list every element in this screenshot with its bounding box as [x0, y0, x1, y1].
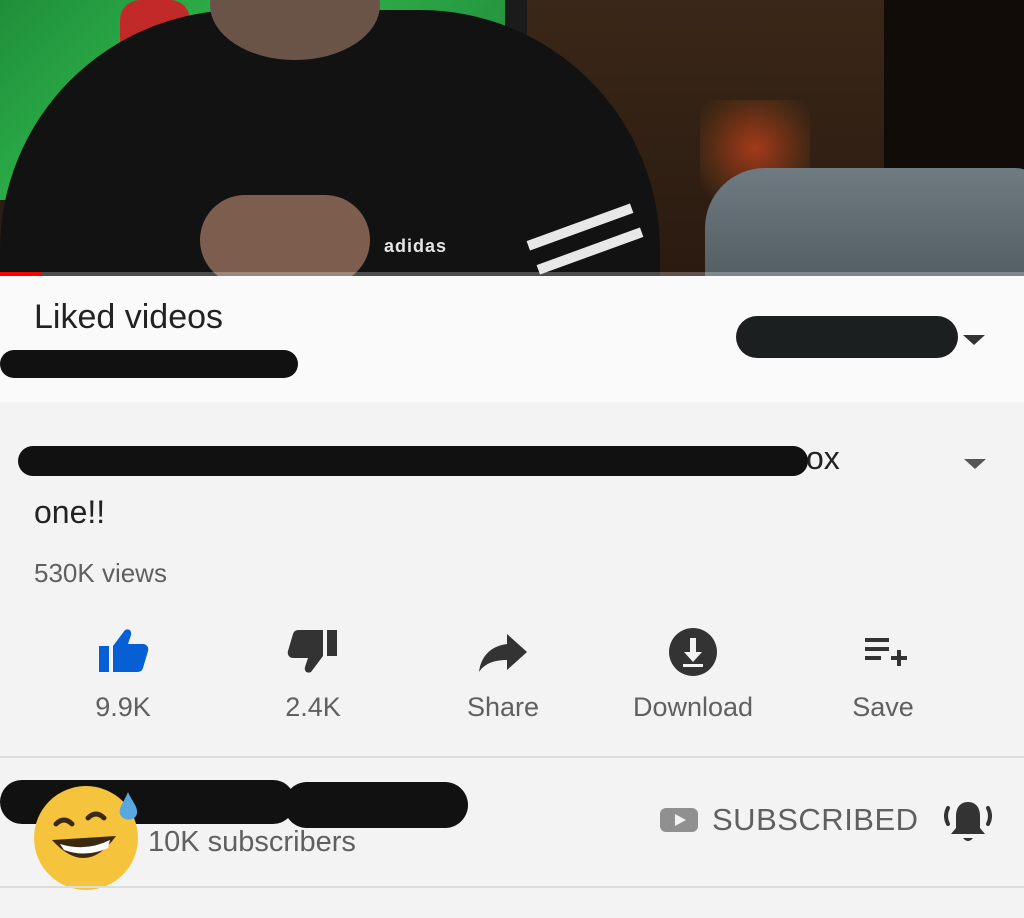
playlist-add-icon — [865, 638, 907, 666]
view-count: 530K views — [34, 558, 167, 588]
subscribe-label: SUBSCRIBED — [712, 802, 919, 837]
thumbs-up-icon — [99, 629, 149, 672]
divider — [0, 886, 1024, 888]
youtube-icon — [660, 808, 698, 832]
person-hands — [200, 195, 370, 276]
subscribe-button[interactable]: SUBSCRIBED — [660, 800, 919, 840]
bell-ringing-icon[interactable] — [940, 794, 996, 850]
person-head — [210, 0, 380, 60]
video-title-line2: one!! — [34, 494, 106, 530]
playlist-header: Liked videos — [0, 276, 1024, 402]
share-button[interactable]: Share — [418, 620, 588, 730]
download-label: Download — [632, 692, 754, 722]
like-count: 9.9K — [95, 692, 151, 722]
video-title-tail: ox — [806, 440, 840, 476]
redacted-video-title — [18, 446, 808, 476]
channel-row: 10K subscribers SUBSCRIBED — [0, 760, 1024, 890]
download-button[interactable]: Download — [608, 620, 778, 730]
redacted-playlist-pill[interactable] — [736, 316, 958, 358]
video-info: ox one!! 530K views 9.9K 2.4K Share Down… — [0, 402, 1024, 758]
shirt-logo: adidas — [384, 236, 448, 256]
save-button[interactable]: Save — [798, 620, 968, 730]
video-player[interactable]: adidas — [0, 0, 1024, 276]
dislike-button[interactable]: 2.4K — [228, 620, 398, 730]
redacted-channel-name — [284, 782, 468, 828]
thumbs-down-icon — [287, 630, 337, 673]
redacted-playlist-owner — [0, 350, 298, 378]
divider — [0, 756, 1024, 758]
action-bar: 9.9K 2.4K Share Download Save — [0, 620, 1024, 730]
dislike-count: 2.4K — [285, 692, 341, 722]
download-icon — [669, 628, 717, 676]
expand-description-icon[interactable] — [964, 459, 986, 469]
like-button[interactable]: 9.9K — [38, 620, 208, 730]
chevron-down-icon[interactable] — [963, 335, 985, 345]
save-label: Save — [852, 692, 914, 722]
subscriber-count: 10K subscribers — [148, 826, 356, 858]
playlist-title: Liked videos — [34, 298, 224, 336]
share-label: Share — [466, 692, 540, 722]
share-icon — [479, 634, 527, 672]
background-corner — [884, 0, 1024, 180]
sweat-smile-emoji — [34, 786, 138, 890]
background-chair — [705, 168, 1024, 276]
